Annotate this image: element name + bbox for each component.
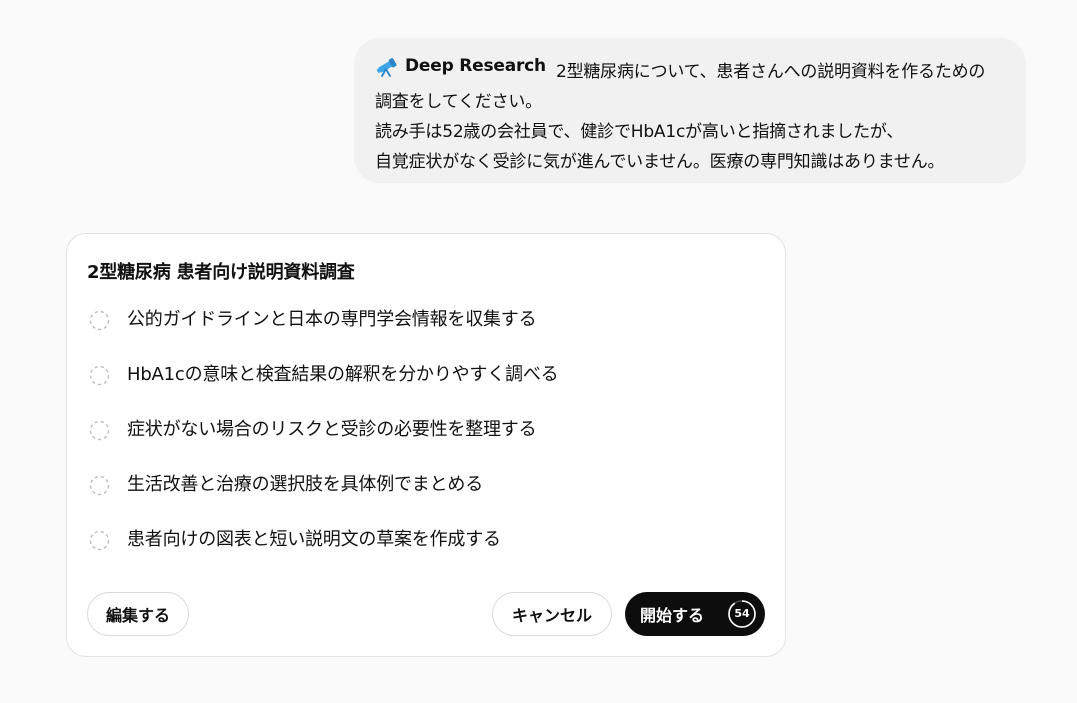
- plan-step: 患者向けの図表と短い説明文の草案を作成する: [89, 525, 558, 580]
- user-message-line-2: 調査をしてください。: [375, 92, 542, 112]
- plan-step: 公的ガイドラインと日本の専門学会情報を収集する: [89, 305, 558, 360]
- countdown-value: 54: [734, 607, 750, 620]
- deep-research-tag: Deep Research: [375, 51, 546, 81]
- start-button-label: 開始する: [640, 606, 705, 625]
- plan-step: 症状がない場合のリスクと受診の必要性を整理する: [89, 415, 558, 470]
- pending-circle-icon: [89, 310, 110, 331]
- countdown-timer: 54: [727, 599, 757, 629]
- research-plan-card: 2型糖尿病 患者向け説明資料調査 公的ガイドラインと日本の専門学会情報を収集する…: [66, 233, 786, 657]
- user-message-bubble: Deep Research 2型糖尿病について、患者さんへの説明資料を作るための…: [354, 38, 1026, 183]
- pending-circle-icon: [89, 365, 110, 386]
- plan-step: 生活改善と治療の選択肢を具体例でまとめる: [89, 470, 558, 525]
- user-message-line-4: 自覚症状がなく受診に気が進んでいません。医療の専門知識はありません。: [375, 152, 945, 172]
- plan-step-label: 症状がない場合のリスクと受診の必要性を整理する: [127, 419, 537, 440]
- edit-button[interactable]: 編集する: [87, 592, 189, 636]
- plan-step-label: HbA1cの意味と検査結果の解釈を分かりやすく調べる: [127, 364, 559, 385]
- plan-steps-list: 公的ガイドラインと日本の専門学会情報を収集する HbA1cの意味と検査結果の解釈…: [89, 305, 559, 580]
- user-message-text: 2型糖尿病について、患者さんへの説明資料を作るための: [555, 62, 986, 82]
- plan-step-label: 生活改善と治療の選択肢を具体例でまとめる: [127, 474, 483, 495]
- pending-circle-icon: [89, 475, 110, 496]
- start-button[interactable]: 開始する 54: [625, 592, 765, 636]
- cancel-button[interactable]: キャンセル: [492, 592, 612, 636]
- plan-step-label: 患者向けの図表と短い説明文の草案を作成する: [127, 529, 501, 550]
- telescope-icon: [376, 58, 397, 77]
- plan-step: HbA1cの意味と検査結果の解釈を分かりやすく調べる: [89, 360, 559, 415]
- deep-research-label: Deep Research: [405, 56, 546, 76]
- pending-circle-icon: [89, 420, 110, 441]
- user-message-line-1: Deep Research 2型糖尿病について、患者さんへの説明資料を作るための: [375, 51, 1004, 87]
- user-message-line-3: 読み手は52歳の会社員で、健診でHbA1cが高いと指摘されましたが、: [375, 122, 904, 142]
- plan-title: 2型糖尿病 患者向け説明資料調査: [87, 262, 355, 283]
- pending-circle-icon: [89, 530, 110, 551]
- plan-step-label: 公的ガイドラインと日本の専門学会情報を収集する: [127, 309, 537, 330]
